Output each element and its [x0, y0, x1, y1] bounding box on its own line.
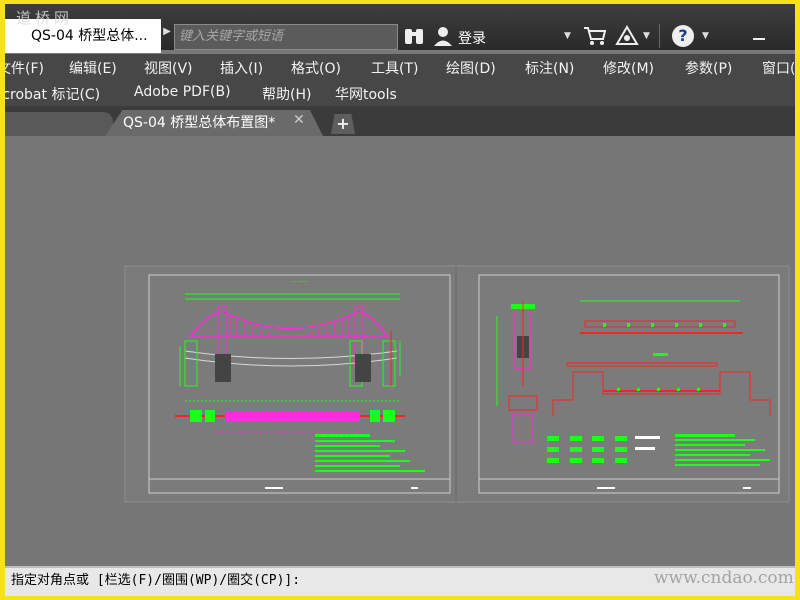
cad-drawing: — —— [124, 265, 790, 503]
help-dropdown-icon[interactable]: ▼ [702, 31, 709, 41]
menu-acrobat-markup[interactable]: Acrobat 标记(C) [5, 84, 100, 104]
menu-insert[interactable]: 插入(I) [220, 58, 263, 78]
help-icon[interactable]: ? [672, 25, 694, 47]
exchange-icon[interactable] [615, 25, 639, 47]
minimize-icon[interactable] [749, 24, 769, 46]
menu-parameters[interactable]: 参数(P) [685, 58, 732, 78]
tab-active-document[interactable]: QS-04 桥型总体布置图* [105, 110, 323, 136]
menu-window[interactable]: 窗口( [762, 58, 795, 78]
search-input[interactable]: 键入关键字或短语 [174, 24, 398, 50]
menu-modify[interactable]: 修改(M) [603, 58, 654, 78]
title-bar: QS-04 桥型总体... ▶ 键入关键字或短语 登录 ▼ ▼ ? ▼ [5, 4, 795, 53]
watermark-bottom: www.cndao.com [654, 568, 794, 588]
login-dropdown-icon[interactable]: ▼ [564, 31, 571, 41]
menu-edit[interactable]: 编辑(E) [69, 58, 117, 78]
login-button[interactable]: 登录 [458, 28, 486, 48]
menu-dimension[interactable]: 标注(N) [525, 58, 574, 78]
menu-draw[interactable]: 绘图(D) [446, 58, 496, 78]
menu-bar: 文件(F) 编辑(E) 视图(V) 插入(I) 格式(O) 工具(T) 绘图(D… [5, 54, 795, 80]
svg-text:— ——: — —— [291, 279, 308, 285]
app-window: QS-04 桥型总体... ▶ 键入关键字或短语 登录 ▼ ▼ ? ▼ 件(F)… [5, 4, 795, 596]
menu-file[interactable]: 文件(F) [5, 58, 44, 78]
tab-close-icon[interactable]: ✕ [293, 112, 305, 128]
new-tab-button[interactable]: + [331, 114, 355, 134]
menu-huawang-tools[interactable]: 华网tools [335, 84, 397, 104]
drawing-canvas[interactable]: — —— [5, 136, 795, 564]
menu-bar-row-2: Acrobat 标记(C) Adobe PDF(B) 帮助(H) 华网tools [5, 80, 795, 106]
cart-icon[interactable] [583, 26, 607, 46]
watermark-top: 道桥网 [16, 9, 74, 27]
user-icon[interactable] [433, 26, 453, 46]
binoculars-icon[interactable] [403, 26, 425, 46]
menu-format[interactable]: 格式(O) [291, 58, 341, 78]
menu-view[interactable]: 视图(V) [144, 58, 193, 78]
exchange-dropdown-icon[interactable]: ▼ [643, 31, 650, 41]
menu-tools[interactable]: 工具(T) [371, 58, 418, 78]
menu-adobe-pdf[interactable]: Adobe PDF(B) [134, 84, 231, 100]
document-tab-bar: QS-04 桥型总体布置图* [5, 106, 795, 136]
tab-inactive[interactable] [5, 112, 113, 136]
menu-help[interactable]: 帮助(H) [262, 84, 311, 104]
document-menu-arrow-icon[interactable]: ▶ [161, 26, 173, 37]
toolbar-separator [659, 24, 660, 48]
